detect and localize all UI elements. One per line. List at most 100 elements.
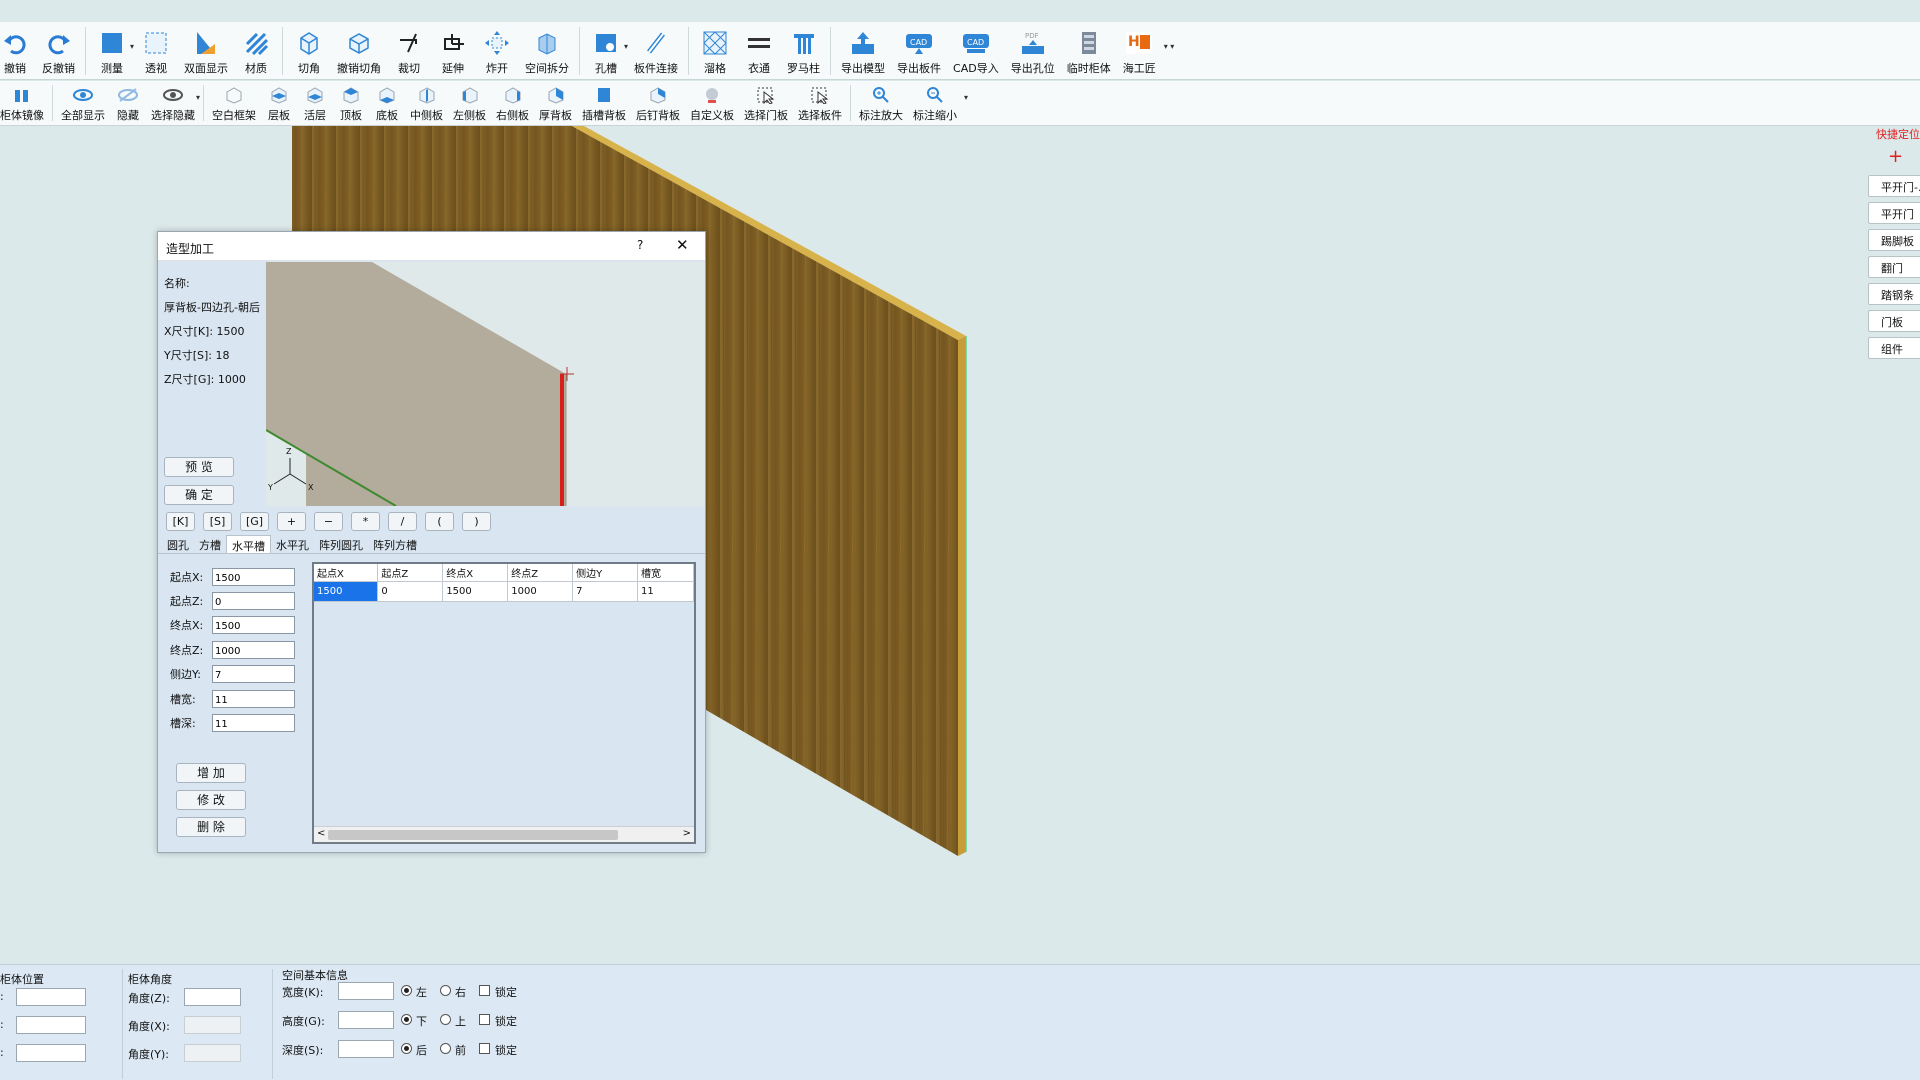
height-input[interactable]: [338, 1011, 394, 1029]
operator-g-button[interactable]: [G]: [240, 512, 269, 531]
depth-input[interactable]: [338, 1040, 394, 1058]
table-cell[interactable]: 1000: [507, 581, 574, 602]
close-icon[interactable]: ✕: [676, 236, 689, 254]
shelf-button[interactable]: 层板: [261, 81, 297, 126]
quick-item-component[interactable]: 组件: [1868, 337, 1920, 359]
zoom-out-button[interactable]: 标注缩小: [908, 81, 962, 126]
temp-cabinet-button[interactable]: 临时柜体: [1061, 22, 1117, 80]
quick-item-steel-strip[interactable]: 踏钢条: [1868, 283, 1920, 305]
width-lock-checkbox[interactable]: [479, 985, 490, 996]
top-board-button[interactable]: 顶板: [333, 81, 369, 126]
select-hide-button[interactable]: 选择隐藏: [146, 81, 200, 126]
end-z-input[interactable]: [212, 641, 295, 659]
operator-multiply-button[interactable]: *: [351, 512, 380, 531]
start-x-input[interactable]: [212, 568, 295, 586]
depth-front-radio[interactable]: [440, 1043, 451, 1054]
material-button[interactable]: 材质: [234, 22, 278, 80]
quick-item-flap-door[interactable]: 翻门: [1868, 256, 1920, 278]
width-left-radio[interactable]: [401, 985, 412, 996]
scroll-left-icon[interactable]: <: [317, 828, 325, 839]
export-model-button[interactable]: 导出模型: [835, 22, 891, 80]
redo-button[interactable]: 反撤销: [36, 22, 81, 80]
export-hole-button[interactable]: PDF 导出孔位: [1005, 22, 1061, 80]
angle-z-input[interactable]: [184, 988, 241, 1006]
tab-array-square-slot[interactable]: 阵列方槽: [368, 535, 422, 553]
explode-button[interactable]: 炸开: [475, 22, 519, 80]
chamfer-button[interactable]: 切角: [287, 22, 331, 80]
operator-rparen-button[interactable]: ): [462, 512, 491, 531]
modify-button[interactable]: 修 改: [176, 790, 246, 810]
table-cell[interactable]: 0: [377, 581, 444, 602]
help-icon[interactable]: ?: [637, 238, 643, 252]
hide-dropdown-caret[interactable]: ▾: [196, 93, 200, 102]
width-input[interactable]: [338, 982, 394, 1000]
show-all-button[interactable]: 全部显示: [56, 81, 110, 126]
quick-item-door-dash[interactable]: 平开门-...: [1868, 175, 1920, 197]
board-connect-button[interactable]: 板件连接: [628, 22, 684, 80]
scroll-right-icon[interactable]: >: [683, 828, 691, 839]
blank-frame-button[interactable]: 空白框架: [207, 81, 261, 126]
hole-slot-button[interactable]: 孔槽: [584, 22, 628, 80]
horizontal-scrollbar[interactable]: < >: [314, 826, 694, 842]
table-cell[interactable]: 1500: [442, 581, 509, 602]
position-y-input[interactable]: [16, 1016, 86, 1034]
more-secondary-caret[interactable]: ▾: [964, 93, 968, 102]
delete-button[interactable]: 删 除: [176, 817, 246, 837]
slot-depth-input[interactable]: [212, 714, 295, 732]
export-board-button[interactable]: CAD 导出板件: [891, 22, 947, 80]
roman-column-button[interactable]: 罗马柱: [781, 22, 826, 80]
tab-square-slot[interactable]: 方槽: [194, 535, 226, 553]
preview-button[interactable]: 预 览: [164, 457, 234, 477]
bottom-board-button[interactable]: 底板: [369, 81, 405, 126]
column-header[interactable]: 槽宽: [637, 564, 694, 582]
quick-item-kickboard[interactable]: 踢脚板: [1868, 229, 1920, 251]
depth-lock-checkbox[interactable]: [479, 1043, 490, 1054]
custom-board-button[interactable]: 自定义板: [685, 81, 739, 126]
hide-button[interactable]: 隐藏: [110, 81, 146, 126]
start-z-input[interactable]: [212, 592, 295, 610]
table-cell[interactable]: 11: [637, 581, 694, 602]
select-board-button[interactable]: 选择板件: [793, 81, 847, 126]
left-side-button[interactable]: 左侧板: [448, 81, 491, 126]
depth-back-radio[interactable]: [401, 1043, 412, 1054]
column-header[interactable]: 终点X: [442, 564, 509, 582]
split-space-button[interactable]: 空间拆分: [519, 22, 575, 80]
side-y-input[interactable]: [212, 665, 295, 683]
operator-minus-button[interactable]: −: [314, 512, 343, 531]
slot-back-button[interactable]: 插槽背板: [577, 81, 631, 126]
double-side-button[interactable]: 双面显示: [178, 22, 234, 80]
scrollbar-thumb[interactable]: [328, 830, 618, 840]
dialog-titlebar[interactable]: 造型加工 ? ✕: [158, 232, 705, 261]
column-header[interactable]: 侧边Y: [572, 564, 639, 582]
right-side-button[interactable]: 右侧板: [491, 81, 534, 126]
height-up-radio[interactable]: [440, 1014, 451, 1025]
end-x-input[interactable]: [212, 616, 295, 634]
height-down-radio[interactable]: [401, 1014, 412, 1025]
operator-divide-button[interactable]: /: [388, 512, 417, 531]
operator-lparen-button[interactable]: (: [425, 512, 454, 531]
column-header[interactable]: 起点Z: [377, 564, 444, 582]
quick-item-door-panel[interactable]: 门板: [1868, 310, 1920, 332]
zoom-in-button[interactable]: 标注放大: [854, 81, 908, 126]
nail-back-button[interactable]: 后钉背板: [631, 81, 685, 126]
height-lock-checkbox[interactable]: [479, 1014, 490, 1025]
thick-back-button[interactable]: 厚背板: [534, 81, 577, 126]
table-cell[interactable]: 1500: [314, 581, 379, 602]
movable-shelf-button[interactable]: 活层: [297, 81, 333, 126]
extend-button[interactable]: 延伸: [431, 22, 475, 80]
mid-side-button[interactable]: 中侧板: [405, 81, 448, 126]
add-icon[interactable]: +: [1888, 146, 1903, 167]
add-button[interactable]: 增 加: [176, 763, 246, 783]
operator-s-button[interactable]: [S]: [203, 512, 232, 531]
perspective-button[interactable]: 透视: [134, 22, 178, 80]
preview-viewport[interactable]: Z Y X: [266, 262, 705, 506]
slot-width-input[interactable]: [212, 690, 295, 708]
measure-button[interactable]: 测量: [90, 22, 134, 80]
tab-round-hole[interactable]: 圆孔: [162, 535, 194, 553]
operator-plus-button[interactable]: +: [277, 512, 306, 531]
table-row[interactable]: 1500 0 1500 1000 7 11: [314, 581, 694, 602]
cut-button[interactable]: 裁切: [387, 22, 431, 80]
quick-item-swing-door[interactable]: 平开门: [1868, 202, 1920, 224]
position-z-input[interactable]: [16, 1044, 86, 1062]
haigongjiang-button[interactable]: H 海工匠: [1117, 22, 1162, 80]
